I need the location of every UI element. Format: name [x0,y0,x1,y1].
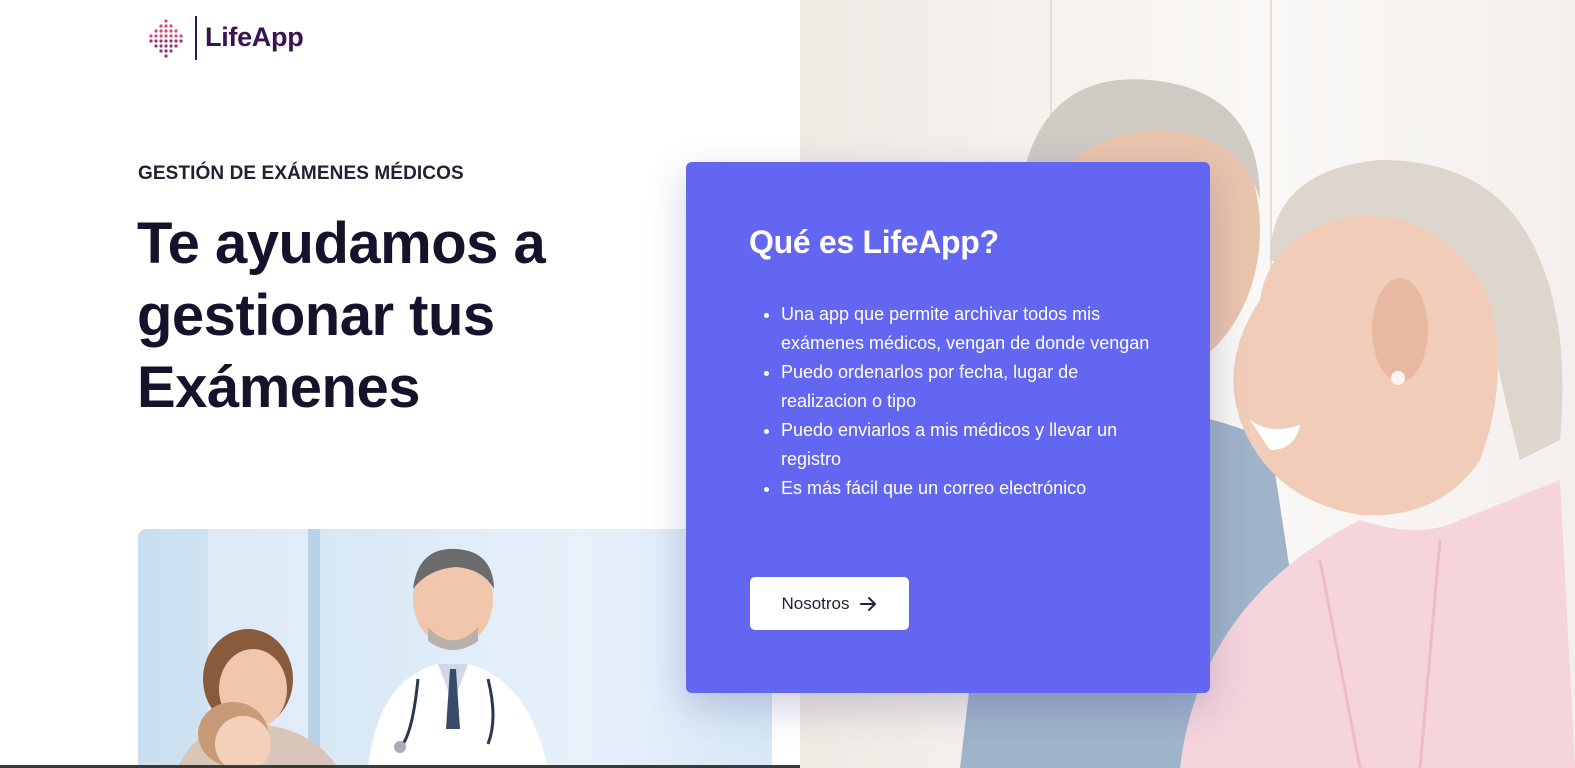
feature-item: Una app que permite archivar todos mis e… [781,300,1151,358]
brand-name: LifeApp [205,22,304,52]
feature-item: Puedo ordenarlos por fecha, lugar de rea… [781,358,1151,416]
hero-eyebrow: GESTIÓN DE EXÁMENES MÉDICOS [138,163,464,184]
feature-list: Una app que permite archivar todos mis e… [763,300,1151,503]
nosotros-button[interactable]: Nosotros [750,577,909,630]
hero-headline: Te ayudamos a gestionar tus Exámenes [137,211,546,420]
doctor-photo [138,529,772,768]
logo[interactable]: LifeApp [147,15,304,60]
dotted-heart-icon [147,18,185,58]
feature-item: Puedo enviarlos a mis médicos y llevar u… [781,416,1151,474]
logo-divider [195,15,197,60]
nosotros-button-label: Nosotros [781,593,850,613]
arrow-right-icon [859,596,878,612]
card-title: Qué es LifeApp? [749,224,999,260]
doctor-family-illustration [178,529,548,768]
feature-item: Es más fácil que un correo electrónico [781,474,1151,503]
info-card: Qué es LifeApp? Una app que permite arch… [686,162,1210,693]
